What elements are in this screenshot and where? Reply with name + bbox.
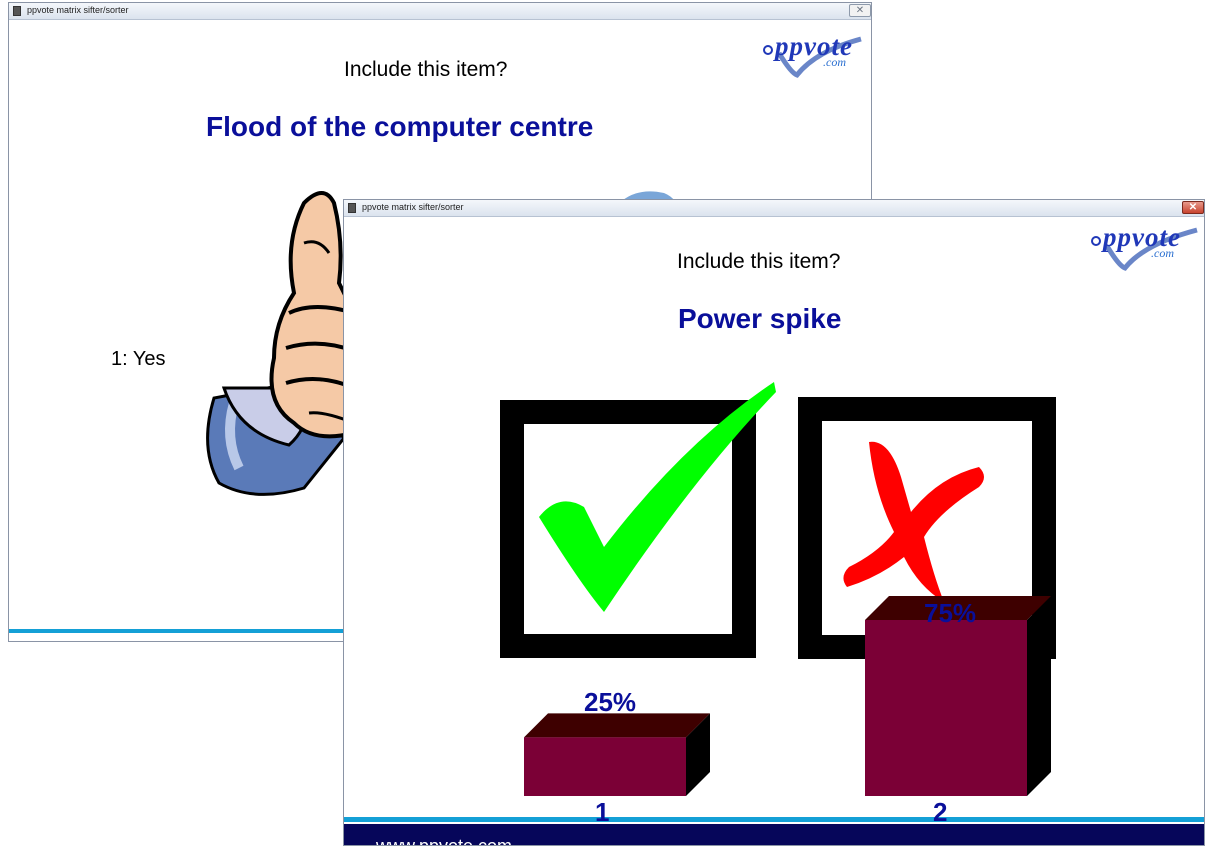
question-label: Include this item? bbox=[344, 58, 508, 81]
footer-url[interactable]: www.ppvote.com bbox=[376, 836, 512, 845]
front-window: ppvote matrix sifter/sorter ✕ Include th… bbox=[343, 199, 1205, 846]
bar-1 bbox=[524, 713, 710, 796]
bar-value-label-1: 25% bbox=[584, 687, 637, 717]
window-title: ppvote matrix sifter/sorter bbox=[27, 5, 129, 15]
ppvote-logo: ppvote .com bbox=[761, 31, 871, 78]
back-window-titlebar[interactable]: ppvote matrix sifter/sorter ✕ bbox=[9, 3, 871, 20]
bar-category-label-1: 1 bbox=[595, 797, 610, 827]
bar-front-2 bbox=[865, 620, 1027, 796]
bar-category-label-2: 2 bbox=[933, 797, 948, 827]
bar-side-2 bbox=[1027, 596, 1051, 796]
bar-front-1 bbox=[524, 737, 686, 796]
results-chart bbox=[524, 596, 1051, 796]
front-footer-line bbox=[344, 817, 1204, 822]
app-icon bbox=[13, 6, 21, 16]
option-label: 1: Yes bbox=[111, 348, 166, 370]
logo-dot-icon bbox=[763, 45, 773, 55]
bar-value-label-2: 75% bbox=[924, 598, 977, 628]
logo-suffix: .com bbox=[823, 55, 846, 69]
item-title: Flood of the computer centre bbox=[206, 111, 594, 142]
close-icon[interactable]: ✕ bbox=[849, 4, 871, 17]
